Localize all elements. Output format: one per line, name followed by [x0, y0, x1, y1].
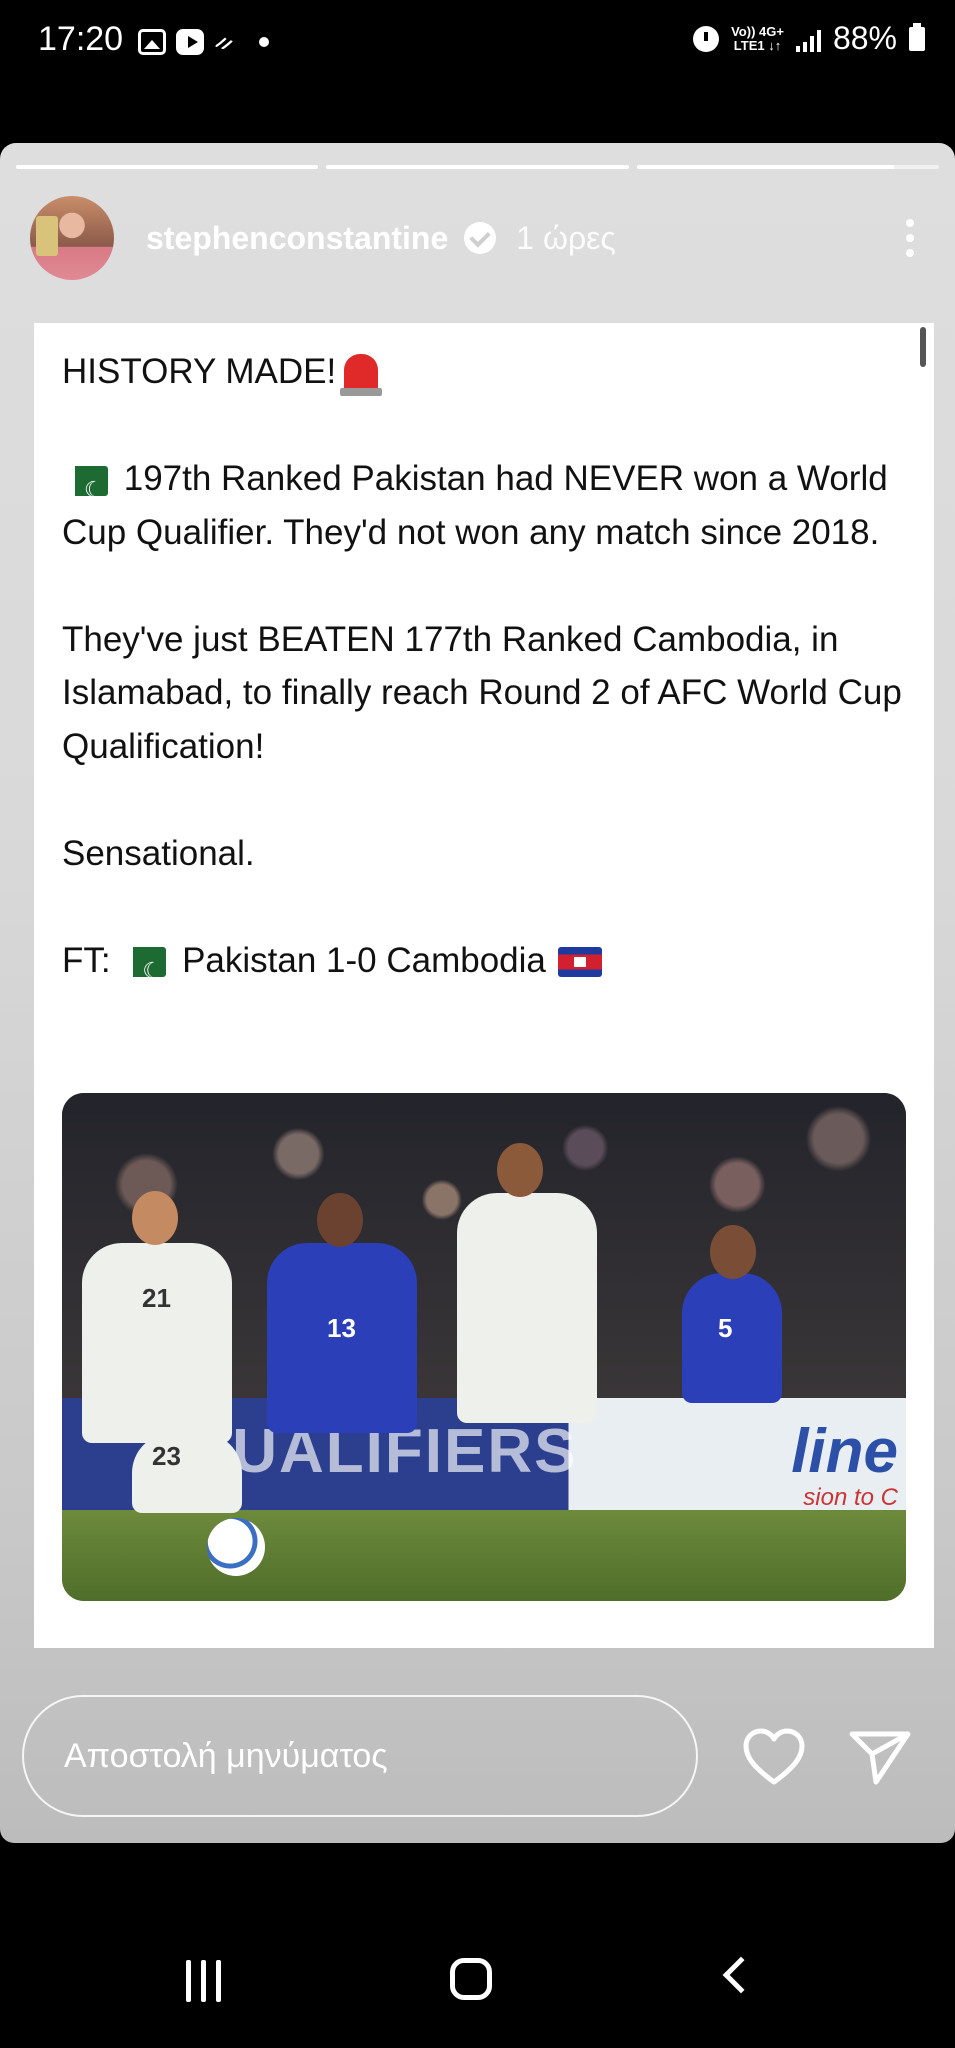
story-header: stephenconstantine 1 ώρες — [30, 193, 925, 283]
cambodia-flag-icon — [557, 947, 602, 978]
send-icon[interactable] — [848, 1728, 912, 1786]
pakistan-flag-icon — [122, 944, 167, 998]
ad-brand-text: line — [791, 1416, 898, 1486]
siren-emoji-icon — [340, 353, 383, 396]
photo-pitch — [62, 1509, 906, 1601]
notification-icons: ᨀ — [138, 26, 270, 58]
story-progress — [16, 165, 939, 169]
ad-sub-text: sion to C — [803, 1483, 898, 1511]
post-headline: HISTORY MADE! — [62, 345, 902, 399]
status-bar: 17:20 ᨀ Vo)) 4G+ LTE1 ↓↑ 88% — [0, 0, 955, 84]
player-pakistan-captain — [457, 1143, 597, 1423]
story-progress-segment — [326, 165, 629, 169]
verified-badge-icon — [464, 222, 497, 254]
heart-icon[interactable] — [742, 1728, 806, 1786]
player-cambodia-5: 5 — [682, 1225, 782, 1403]
post-paragraph-2: They've just BEATEN 177th Ranked Cambodi… — [62, 619, 902, 766]
network-indicator: Vo)) 4G+ LTE1 ↓↑ — [731, 23, 784, 53]
post-paragraph-1: 197th Ranked Pakistan had NEVER won a Wo… — [62, 452, 902, 559]
battery-icon — [909, 22, 925, 51]
story-viewer[interactable]: stephenconstantine 1 ώρες HISTORY MADE! … — [0, 143, 955, 1843]
match-photo: QUALIFIERS line sion to C 21 23 13 5 — [62, 1093, 906, 1601]
battery-percent: 88% — [832, 20, 897, 56]
football — [207, 1518, 265, 1576]
more-notifications-dot-icon — [259, 37, 270, 47]
post-final-score: FT: Pakistan 1-0 Cambodia — [62, 934, 902, 998]
post-paragraph-3: Sensational. — [62, 833, 255, 873]
youtube-notification-icon — [176, 29, 204, 55]
more-vertical-icon[interactable] — [895, 219, 925, 257]
back-icon[interactable] — [722, 1956, 760, 1994]
story-time-ago: 1 ώρες — [516, 219, 616, 256]
signal-bars-icon — [795, 26, 821, 52]
post-text: HISTORY MADE! 197th Ranked Pakistan had … — [62, 345, 902, 998]
player-cambodia-13: 13 — [267, 1193, 417, 1433]
recent-apps-icon[interactable] — [186, 1960, 230, 2002]
story-progress-segment — [636, 165, 939, 169]
home-icon[interactable] — [450, 1958, 492, 2000]
player-pakistan-23: 23 — [132, 1433, 242, 1513]
pakistan-flag-icon — [64, 463, 108, 516]
status-time: 17:20 — [38, 20, 124, 58]
people-notification-icon: ᨀ — [214, 26, 236, 56]
message-input[interactable]: Αποστολή μηνύματος — [22, 1695, 698, 1817]
story-progress-segment — [16, 165, 319, 169]
avatar[interactable] — [30, 196, 114, 280]
gallery-notification-icon — [138, 29, 166, 55]
username[interactable]: stephenconstantine — [146, 220, 448, 257]
message-input-placeholder: Αποστολή μηνύματος — [64, 1737, 388, 1775]
system-nav-bar — [0, 1900, 955, 2048]
player-pakistan-21: 21 — [82, 1191, 232, 1443]
scrollbar — [920, 327, 926, 367]
alarm-icon — [693, 25, 720, 52]
status-right: Vo)) 4G+ LTE1 ↓↑ 88% — [693, 20, 925, 57]
shared-post[interactable]: HISTORY MADE! 197th Ranked Pakistan had … — [34, 323, 934, 1648]
